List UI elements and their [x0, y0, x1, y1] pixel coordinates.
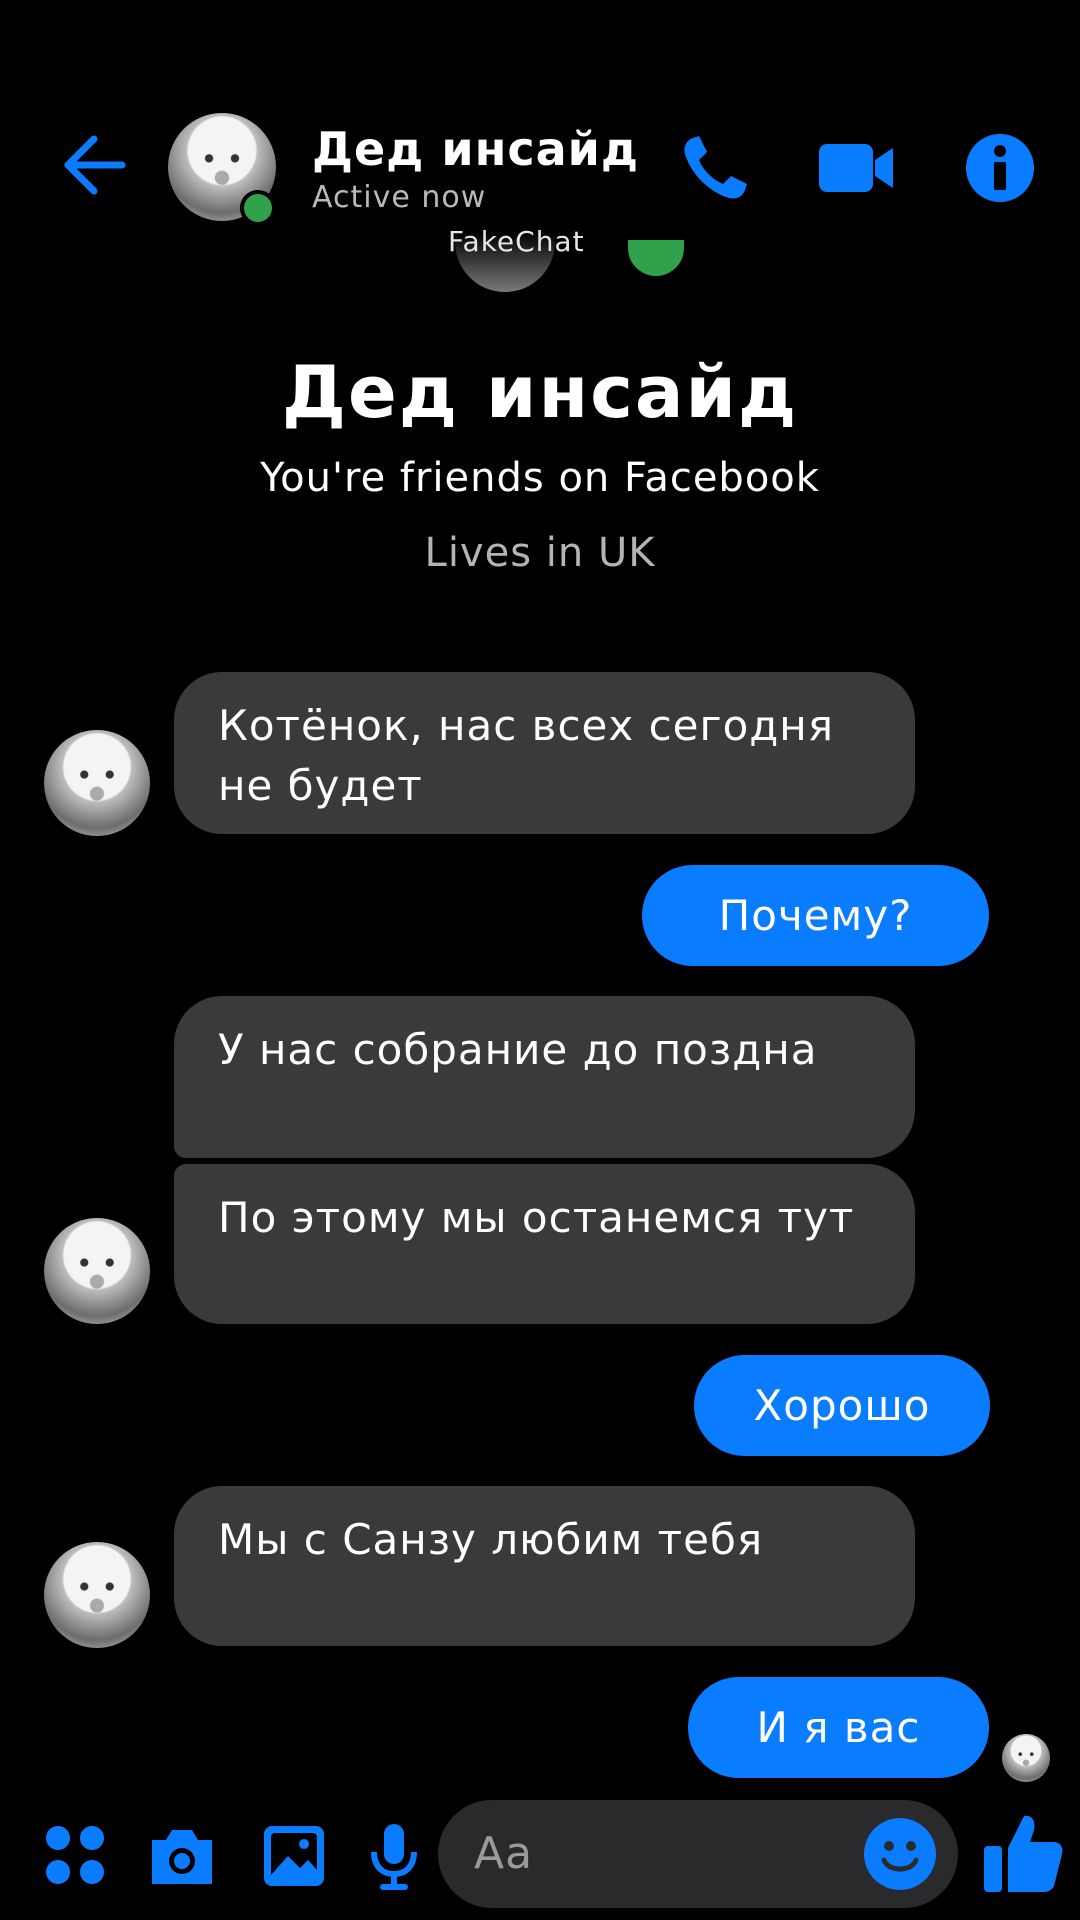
- sender-avatar: [44, 1542, 150, 1648]
- emoji-icon[interactable]: [862, 1816, 938, 1892]
- profile-friends-text: You're friends on Facebook: [260, 455, 820, 501]
- read-receipt-avatar: [1002, 1734, 1050, 1782]
- message-incoming[interactable]: Котёнок, нас всех сегодня не будет: [174, 672, 915, 834]
- contact-status: Active now: [312, 180, 487, 215]
- message-incoming[interactable]: У нас собрание до позднa: [174, 996, 915, 1158]
- camera-icon[interactable]: [146, 1820, 218, 1892]
- sender-avatar: [44, 1218, 150, 1324]
- message-incoming[interactable]: Мы с Санзу любим тебя: [174, 1486, 915, 1646]
- back-arrow-icon[interactable]: [60, 130, 130, 200]
- info-icon[interactable]: [960, 128, 1040, 208]
- message-outgoing[interactable]: Почему?: [642, 865, 989, 966]
- apps-grid-icon[interactable]: [40, 1820, 112, 1892]
- message-incoming[interactable]: По этому мы останемся тут: [174, 1164, 915, 1324]
- message-outgoing[interactable]: И я вас: [688, 1677, 989, 1778]
- message-outgoing[interactable]: Хорошо: [694, 1355, 990, 1456]
- contact-name[interactable]: Дед инсайд: [312, 122, 639, 176]
- watermark-text: FakeChat: [448, 225, 585, 258]
- profile-name: Дед инсайд: [281, 350, 799, 434]
- microphone-icon[interactable]: [358, 1820, 430, 1892]
- image-icon[interactable]: [258, 1820, 330, 1892]
- sender-avatar: [44, 730, 150, 836]
- thumbs-up-icon[interactable]: [982, 1810, 1064, 1896]
- profile-location: Lives in UK: [424, 530, 656, 576]
- phone-icon[interactable]: [675, 128, 755, 208]
- online-indicator: [240, 190, 276, 226]
- message-input-placeholder: Aa: [474, 1828, 534, 1879]
- video-camera-icon[interactable]: [815, 128, 895, 208]
- profile-online-indicator: [628, 240, 684, 276]
